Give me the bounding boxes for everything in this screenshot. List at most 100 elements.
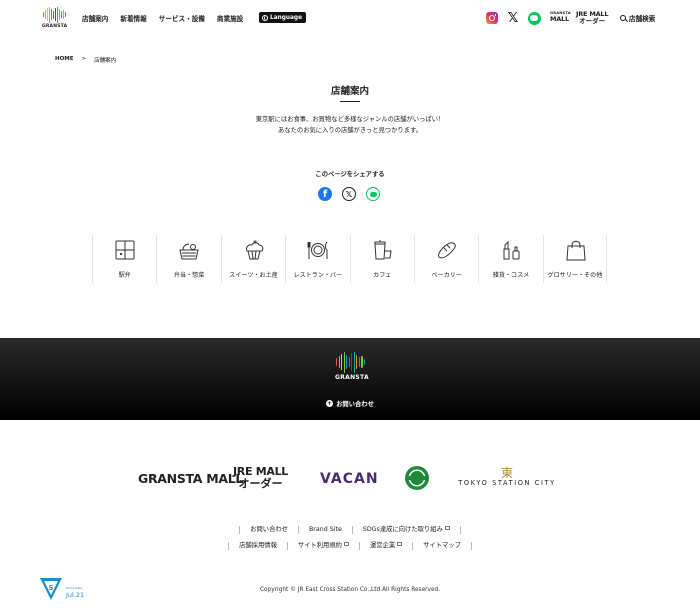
station-green-icon	[405, 466, 429, 490]
gransta-logo[interactable]: GRANSTA	[42, 6, 68, 32]
logo-bar	[49, 6, 50, 23]
main-nav: 店舗案内 新着情報 サービス・設備 商業施設	[82, 13, 243, 23]
category-bento[interactable]: 弁当・惣菜	[156, 235, 220, 283]
category-bakery[interactable]: ベーカリー	[413, 235, 478, 283]
footer-link-label: サイトマップ	[423, 542, 461, 549]
category-sweets[interactable]: スイーツ・お土産	[220, 235, 285, 283]
line-icon[interactable]	[527, 11, 541, 25]
category-label: ベーカリー	[431, 272, 462, 279]
instagram-icon[interactable]	[485, 11, 499, 25]
category-grocery[interactable]: グロサリー・その他	[542, 235, 608, 283]
footer-link-contact[interactable]: お問い合わせ	[239, 526, 298, 534]
ekiben-box-icon	[115, 240, 135, 260]
logo-bar	[65, 12, 66, 17]
logo-bar	[356, 355, 358, 369]
logo-bar	[358, 357, 361, 367]
category-label: レストラン・バー	[293, 272, 343, 279]
tsc-mark: 東	[500, 466, 513, 480]
external-link-icon	[444, 526, 450, 530]
footer-link-sdgs[interactable]: SDGs達成に向けた取り組み	[351, 526, 461, 534]
x-share-icon[interactable]: 𝕏	[342, 187, 356, 201]
category-cafe[interactable]: カフェ	[349, 235, 414, 283]
footer-link-sitemap[interactable]: サイトマップ	[412, 542, 472, 550]
x-glyph: 𝕏	[345, 189, 353, 199]
nav-item-facilities[interactable]: 商業施設	[217, 13, 243, 23]
jre-mall-order-logo[interactable]: JRE MALL オーダー	[233, 466, 288, 490]
logo-bar	[361, 355, 363, 369]
logo-bar	[351, 353, 353, 371]
nav-item-news[interactable]: 新着情報	[120, 13, 146, 23]
logo-bar	[59, 9, 60, 20]
green-circle-logo[interactable]	[404, 465, 430, 491]
page-title: 店舗案内	[330, 86, 369, 97]
logo-bar	[343, 351, 345, 373]
jre-order-line2: オーダー	[238, 477, 283, 490]
logo-bar	[353, 351, 355, 373]
nav-item-shops[interactable]: 店舗案内	[82, 13, 108, 23]
logo-bars	[43, 6, 66, 23]
jre-order-line1: JRE MALL	[233, 465, 288, 478]
logo-bars	[336, 351, 366, 373]
intro-line-1: 東京駅にはお食事、お買物など多様なジャンルの店舗がいっぱい！	[255, 116, 445, 123]
breadcrumb-home[interactable]: HOME	[55, 56, 74, 64]
shop-search-link[interactable]: 店舗検索	[620, 13, 655, 23]
bread-icon	[437, 242, 456, 259]
language-button[interactable]: Language	[259, 12, 307, 23]
line-share-icon[interactable]	[366, 187, 380, 201]
logo-bar	[61, 10, 62, 19]
plus-circle-icon: +	[326, 400, 334, 407]
footer-links-row-2: 店舗採用情報 サイト利用規約 運営企業 サイトマップ	[0, 542, 700, 550]
logo-text: GRANSTA	[335, 374, 369, 381]
category-ekiben[interactable]: 駅弁	[92, 235, 156, 283]
nav-item-services[interactable]: サービス・設備	[159, 13, 205, 23]
logo-bar	[55, 7, 56, 22]
cupcake-icon	[245, 240, 264, 260]
vacan-logo[interactable]: VACAN	[320, 471, 379, 487]
facebook-icon[interactable]: f	[318, 187, 332, 201]
footer-gransta-logo[interactable]: GRANSTA	[335, 351, 369, 381]
footer-link-label: お問い合わせ	[250, 526, 288, 533]
category-list: 駅弁 弁当・惣菜 スイーツ・お土産 レストラン・バー カフェ ベーカリー 雑貨・…	[92, 235, 608, 283]
badge-line2: Jul.21	[65, 591, 84, 599]
x-icon[interactable]: 𝕏	[506, 11, 520, 25]
shopping-bag-icon	[566, 240, 586, 261]
category-restaurant[interactable]: レストラン・バー	[285, 235, 349, 283]
logo-bar	[346, 354, 348, 370]
footer-link-company[interactable]: 運営企業	[358, 542, 412, 550]
language-label: Language	[270, 14, 303, 21]
facebook-glyph: f	[322, 189, 328, 200]
footer-link-recruit[interactable]: 店舗採用情報	[228, 542, 287, 550]
jre-mall-order-link[interactable]: JRE MALL オーダー	[576, 11, 609, 25]
title-underline	[340, 101, 360, 102]
copyright: Copyright © JR East Cross Station Co.,Lt…	[259, 587, 441, 593]
tsc-text: TOKYO STATION CITY	[458, 479, 556, 487]
footer-link-brand-site[interactable]: Brand Site	[297, 526, 352, 534]
badge-line1: Since Date	[66, 586, 82, 590]
site-header: GRANSTA 店舗案内 新着情報 サービス・設備 商業施設 Language …	[0, 0, 700, 37]
tokyo-station-city-logo[interactable]: 東 TOKYO STATION CITY	[452, 467, 562, 487]
category-goods[interactable]: 雑貨・コスメ	[478, 235, 542, 283]
share-buttons: f 𝕏	[318, 187, 380, 201]
contact-label: お問い合わせ	[336, 401, 374, 408]
plate-cutlery-icon	[307, 241, 328, 259]
logo-bar	[336, 358, 338, 366]
logo-text: GRANSTA	[42, 24, 68, 29]
logo-bar	[57, 6, 58, 23]
shop-search-label: 店舗検索	[629, 15, 656, 23]
logo-bar	[363, 358, 366, 366]
footer-link-label: Brand Site	[308, 526, 342, 533]
footer-link-label: 店舗採用情報	[239, 542, 277, 549]
footer-link-label: 運営企業	[369, 542, 396, 549]
granstamall-link[interactable]: GRANSTA MALL	[550, 10, 571, 23]
share-title: このページをシェアする	[315, 171, 385, 178]
contact-link[interactable]: + お問い合わせ	[0, 399, 700, 408]
logo-bar	[341, 353, 343, 371]
logo-bar	[45, 10, 46, 19]
svg-text:S: S	[48, 584, 53, 592]
category-label: 弁当・惣菜	[173, 272, 205, 279]
since-badge: S Since Date Jul.21	[38, 575, 92, 605]
breadcrumb: HOME > 店舗案内	[55, 56, 116, 64]
footer-link-terms[interactable]: サイト利用規約	[286, 542, 359, 550]
granstamall-logo[interactable]: GRANSTA MALL	[138, 471, 243, 486]
category-label: 駅弁	[118, 272, 131, 279]
